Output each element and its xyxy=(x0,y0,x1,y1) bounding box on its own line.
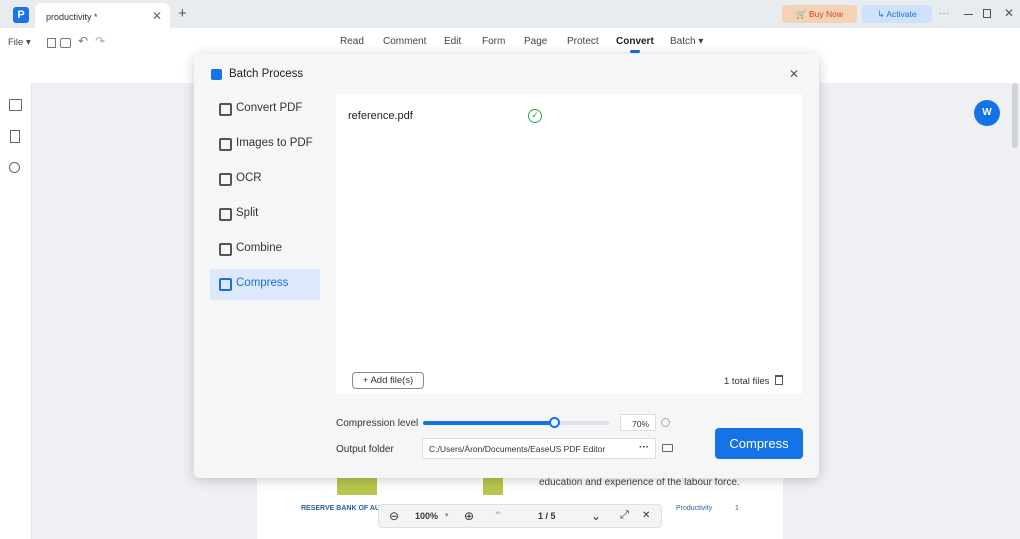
trash-icon[interactable] xyxy=(775,375,783,385)
close-tab-icon[interactable]: ✕ xyxy=(152,9,162,23)
document-text: education and experience of the labour f… xyxy=(539,477,740,488)
app-logo: P xyxy=(13,7,29,23)
viewer-controls: ⊖ 100% ▾ ⊕ ⌃ 1 / 5 ⌄ ⤢ ✕ xyxy=(378,504,662,528)
chart-bar xyxy=(483,478,503,495)
redo-icon[interactable]: ↷ xyxy=(95,34,105,48)
split-icon xyxy=(219,208,232,221)
sidebar-item-ocr[interactable]: OCR xyxy=(210,164,320,195)
check-circle-icon: ✓ xyxy=(528,109,542,123)
compression-slider[interactable] xyxy=(423,417,610,428)
file-menu[interactable]: File ▾ xyxy=(8,37,31,48)
activate-button[interactable]: ↳ Activate xyxy=(862,5,932,23)
convert-icon xyxy=(219,103,232,116)
sidebar-item-combine[interactable]: Combine xyxy=(210,234,320,265)
word-convert-icon[interactable]: W xyxy=(974,100,1000,126)
new-tab-button[interactable]: + xyxy=(178,5,187,22)
scrollbar[interactable] xyxy=(1012,83,1018,148)
next-page-icon[interactable]: ⌄ xyxy=(591,509,601,523)
output-folder-input[interactable]: C:/Users/Áron/Documents/EaseUS PDF Edito… xyxy=(422,438,656,459)
info-icon[interactable] xyxy=(661,418,670,427)
compression-value[interactable]: 70% xyxy=(620,414,656,431)
footer-left: RESERVE BANK OF AUS xyxy=(301,505,385,512)
slider-fill xyxy=(423,421,554,425)
footer-page: 1 xyxy=(735,505,739,512)
dialog-title: Batch Process xyxy=(229,68,304,80)
menu-page[interactable]: Page xyxy=(524,36,547,47)
zoom-dropdown-icon[interactable]: ▾ xyxy=(445,511,449,519)
zoom-out-icon[interactable]: ⊖ xyxy=(389,509,399,523)
sidebar-item-images-to-pdf[interactable]: Images to PDF xyxy=(210,129,320,160)
add-files-button[interactable]: + Add file(s) xyxy=(352,372,424,389)
ocr-icon xyxy=(219,173,232,186)
thumbnails-icon[interactable] xyxy=(9,99,22,111)
document-tab[interactable]: productivity * ✕ xyxy=(35,3,170,28)
menu-convert[interactable]: Convert xyxy=(616,36,654,47)
file-name: reference.pdf xyxy=(348,110,413,122)
undo-icon[interactable]: ↶ xyxy=(78,34,88,48)
zoom-level[interactable]: 100% xyxy=(415,511,438,521)
menu-protect[interactable]: Protect xyxy=(567,36,599,47)
sidebar-item-compress[interactable]: Compress xyxy=(210,269,320,300)
fullscreen-icon[interactable]: ⤢ xyxy=(620,509,629,522)
browse-more-icon[interactable]: ··· xyxy=(639,442,649,453)
menu-form[interactable]: Form xyxy=(482,36,505,47)
zoom-in-icon[interactable]: ⊕ xyxy=(464,509,474,523)
sidebar-item-convert-pdf[interactable]: Convert PDF xyxy=(210,94,320,125)
print-icon[interactable] xyxy=(60,38,71,48)
buy-now-button[interactable]: 🛒 Buy Now xyxy=(782,5,857,23)
more-icon[interactable]: ··· xyxy=(939,8,949,19)
left-sidebar xyxy=(0,83,32,539)
tab-title: productivity * xyxy=(46,12,98,22)
slider-thumb[interactable] xyxy=(548,417,560,428)
menu-read[interactable]: Read xyxy=(340,36,364,47)
total-files: 1 total files xyxy=(724,376,770,387)
close-window-icon[interactable]: ✕ xyxy=(1004,6,1014,20)
image-icon xyxy=(219,138,232,151)
compress-button[interactable]: Compress xyxy=(715,428,803,459)
minimize-icon[interactable] xyxy=(964,14,973,15)
prev-page-icon[interactable]: ⌃ xyxy=(493,509,503,523)
compress-icon xyxy=(219,278,232,291)
layers-icon xyxy=(211,69,222,80)
file-list: reference.pdf ✓ xyxy=(336,94,802,394)
combine-icon xyxy=(219,243,232,256)
search-icon[interactable] xyxy=(9,162,20,173)
compression-label: Compression level xyxy=(336,418,419,429)
folder-icon[interactable] xyxy=(662,444,673,452)
bookmark-icon[interactable] xyxy=(10,130,20,143)
menu-edit[interactable]: Edit xyxy=(444,36,461,47)
save-icon[interactable] xyxy=(47,38,56,48)
menu-batch[interactable]: Batch ▾ xyxy=(670,36,703,47)
sidebar-item-split[interactable]: Split xyxy=(210,199,320,230)
batch-process-dialog: Batch Process ✕ Convert PDF Images to PD… xyxy=(194,54,819,478)
active-menu-indicator xyxy=(630,50,640,53)
file-row[interactable]: reference.pdf ✓ xyxy=(348,109,788,126)
title-bar: P productivity * ✕ + 🛒 Buy Now ↳ Activate… xyxy=(0,0,1020,28)
close-viewer-icon[interactable]: ✕ xyxy=(642,510,650,521)
page-indicator[interactable]: 1 / 5 xyxy=(538,511,556,521)
output-folder-label: Output folder xyxy=(336,444,394,455)
footer-right: Productivity xyxy=(676,505,713,512)
menu-comment[interactable]: Comment xyxy=(383,36,426,47)
close-dialog-icon[interactable]: ✕ xyxy=(789,67,799,81)
chart-bar xyxy=(337,478,377,495)
restore-icon[interactable] xyxy=(983,9,991,18)
